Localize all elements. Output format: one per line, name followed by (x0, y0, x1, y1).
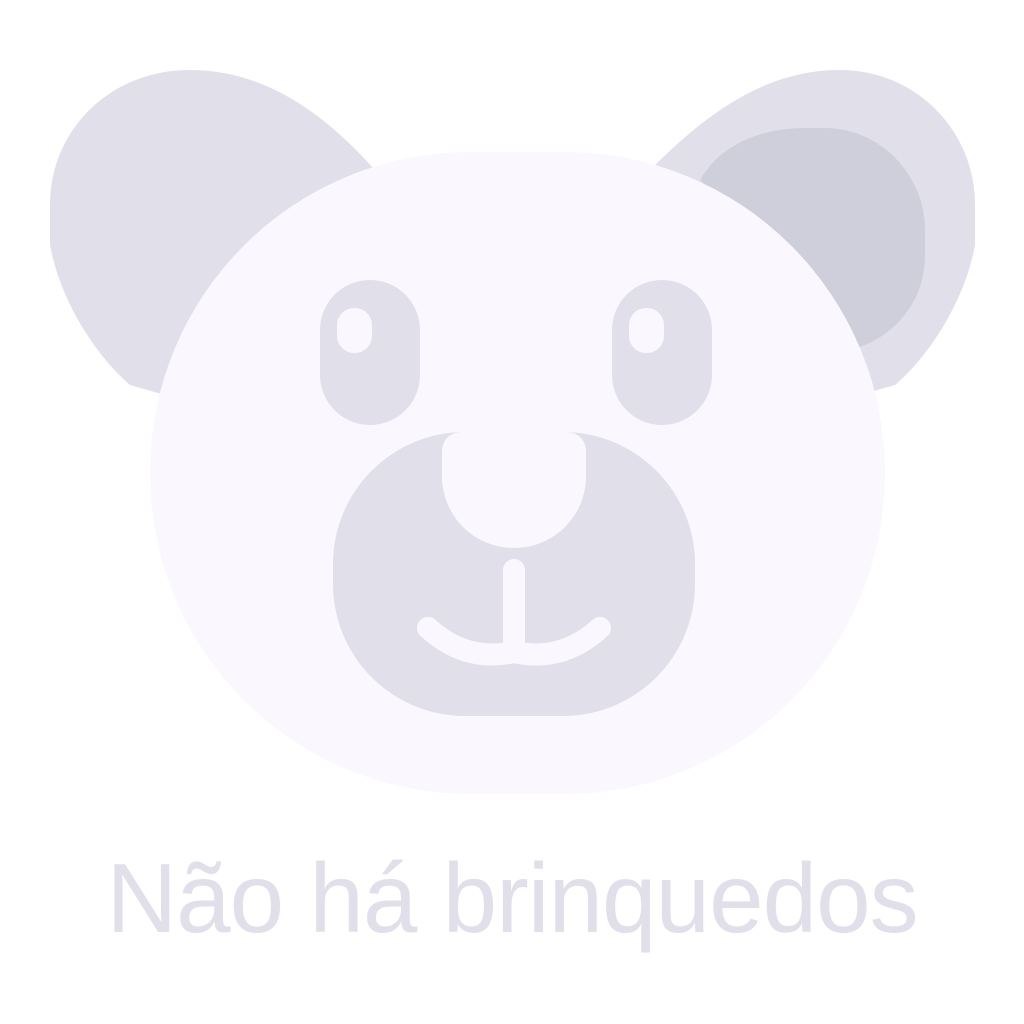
empty-state: Não há brinquedos (0, 0, 1024, 1024)
empty-state-message: Não há brinquedos (106, 843, 918, 953)
teddy-bear-icon (50, 70, 975, 794)
left-eye (320, 280, 420, 425)
left-eye-highlight (337, 308, 372, 353)
right-eye (612, 280, 712, 425)
right-eye-highlight (629, 308, 664, 353)
